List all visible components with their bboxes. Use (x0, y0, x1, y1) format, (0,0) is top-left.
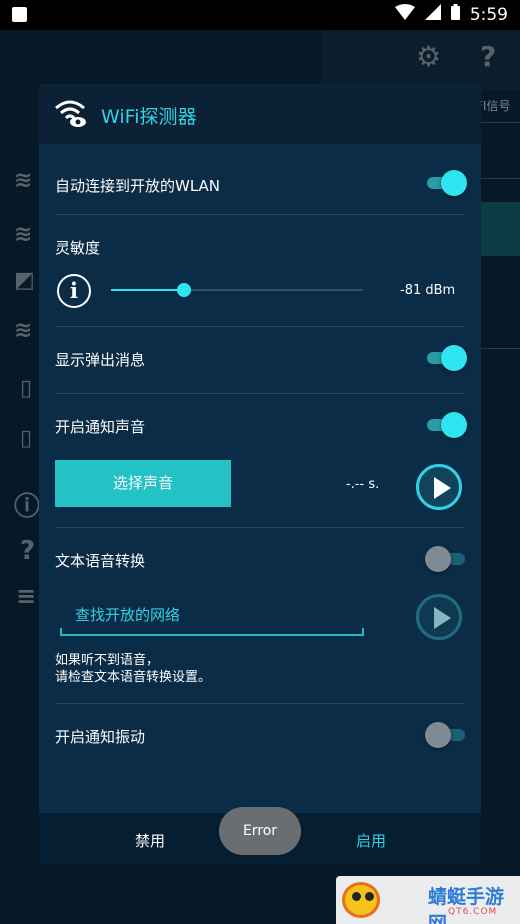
help-icon: ? (20, 536, 36, 566)
toggle-knob (441, 345, 467, 371)
status-icons: 5:59 (394, 4, 508, 25)
enable-button[interactable]: 启用 (356, 830, 386, 851)
notify-sound-toggle[interactable] (427, 410, 467, 440)
wifi-detector-dialog: WiFi探测器 自动连接到开放的WLAN 灵敏度 i -81 dBm 显示弹出消… (39, 84, 481, 864)
play-icon (434, 477, 451, 499)
play-sound-button[interactable] (416, 464, 462, 510)
background-partial-text: FI信号 (476, 99, 511, 113)
auto-connect-toggle[interactable] (427, 168, 467, 198)
divider (480, 178, 520, 179)
info-icon: ⓘ (14, 492, 41, 522)
tts-note-line: 请检查文本语音转换设置。 (55, 670, 212, 685)
map-icon: ◩ (14, 268, 35, 293)
toggle-knob (425, 722, 451, 748)
divider (55, 393, 465, 394)
vibrate-label: 开启通知振动 (55, 728, 146, 746)
divider (55, 527, 465, 528)
sensitivity-slider[interactable] (111, 283, 363, 297)
wifi-icon: ≋ (14, 168, 33, 193)
phone-icon: ▯ (20, 426, 33, 451)
divider (480, 122, 520, 123)
sensitivity-label: 灵敏度 (55, 239, 101, 257)
tts-note-line: 如果听不到语音， (55, 653, 160, 668)
slider-thumb[interactable] (177, 283, 192, 297)
site-watermark: 蜻蜓手游网 QT6.COM (336, 876, 520, 924)
sensitivity-value: -81 dBm (400, 283, 456, 298)
mascot-logo-icon (342, 882, 380, 918)
info-icon[interactable]: i (57, 274, 91, 308)
play-icon (434, 607, 451, 629)
play-tts-button[interactable] (416, 594, 462, 640)
auto-connect-label: 自动连接到开放的WLAN (55, 177, 221, 195)
tts-note: 如果听不到语音， 请检查文本语音转换设置。 (55, 652, 211, 686)
list-icon: ≡ (16, 582, 37, 610)
background-selected-row (480, 202, 520, 256)
status-bar: 5:59 (0, 0, 520, 30)
sound-duration: -.-- s. (346, 477, 380, 492)
vibrate-toggle[interactable] (425, 720, 467, 750)
tts-label: 文本语音转换 (55, 552, 146, 570)
show-popup-toggle[interactable] (427, 343, 467, 373)
divider (55, 703, 465, 704)
clock-time: 5:59 (469, 4, 508, 25)
wifi-eye-icon (53, 98, 87, 128)
toggle-knob (441, 412, 467, 438)
error-toast: Error (219, 807, 301, 855)
watermark-url: QT6.COM (448, 907, 498, 917)
tts-text-input[interactable]: 查找开放的网络 (60, 592, 364, 636)
dialog-header: WiFi探测器 (39, 84, 481, 144)
toggle-knob (441, 170, 467, 196)
watermark-title: 蜻蜓手游网 (428, 886, 505, 924)
notify-sound-label: 开启通知声音 (55, 418, 146, 436)
tts-text-value: 查找开放的网络 (75, 606, 181, 624)
divider (55, 214, 465, 215)
slider-fill (111, 289, 185, 291)
background-toolbar: ⚙ ? (322, 30, 520, 90)
phone-icon: ▯ (20, 376, 33, 401)
divider (55, 326, 465, 327)
dialog-title: WiFi探测器 (101, 106, 197, 128)
disable-button[interactable]: 禁用 (135, 830, 165, 851)
toggle-knob (425, 546, 451, 572)
battery-icon (450, 4, 460, 25)
shopping-bag-icon (12, 7, 27, 22)
settings-gear-icon: ⚙ (416, 40, 442, 73)
wifi-signal-icon (394, 4, 415, 25)
cell-signal-icon (424, 4, 441, 25)
help-icon: ? (480, 40, 497, 73)
divider (480, 348, 520, 349)
wifi-icon: ≋ (14, 318, 33, 343)
show-popup-label: 显示弹出消息 (55, 351, 146, 369)
wifi-icon: ≋ (14, 222, 33, 247)
tts-toggle[interactable] (425, 544, 467, 574)
choose-sound-button[interactable]: 选择声音 (55, 460, 231, 507)
